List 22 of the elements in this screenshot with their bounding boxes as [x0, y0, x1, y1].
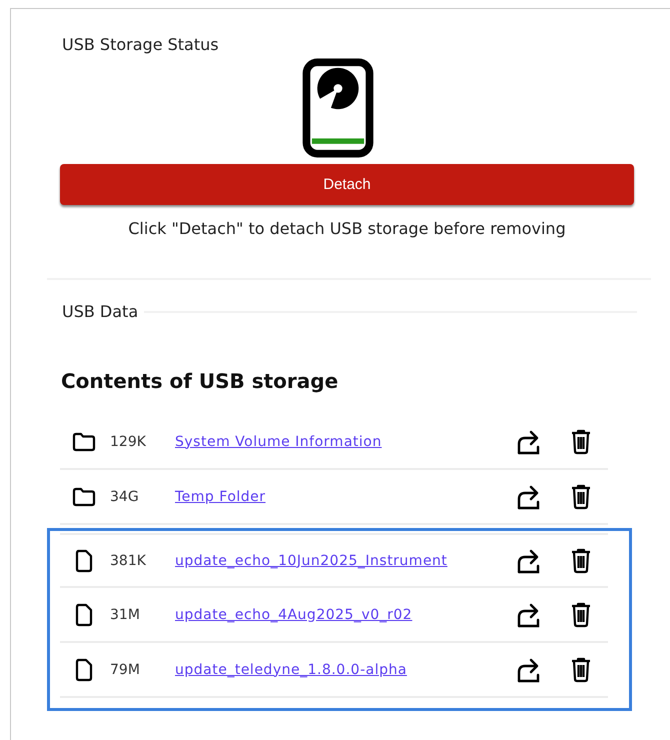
file-link[interactable]: update_echo_10Jun2025_Instrument	[175, 552, 516, 568]
file-link[interactable]: System Volume Information	[175, 434, 516, 450]
file-link[interactable]: update_teledyne_1.8.0.0-alpha	[175, 662, 516, 678]
delete-icon[interactable]	[570, 602, 592, 628]
detach-button[interactable]: Detach	[60, 164, 634, 205]
file-size: 79M	[110, 662, 141, 678]
detach-hint: Click "Detach" to detach USB storage before removing	[127, 219, 567, 238]
folder-icon	[72, 432, 96, 452]
contents-heading: Contents of USB storage	[61, 369, 340, 393]
file-size: 31M	[110, 606, 141, 622]
section-title: USB Data	[62, 302, 138, 321]
file-size: 129K	[110, 434, 147, 450]
delete-icon[interactable]	[570, 428, 592, 454]
file-size: 381K	[110, 552, 147, 568]
delete-icon[interactable]	[570, 484, 592, 510]
file-size: 34G	[110, 488, 140, 504]
section-title: USB Storage Status	[62, 35, 219, 54]
delete-icon[interactable]	[570, 548, 592, 574]
file-link[interactable]: update_echo_4Aug2025_v0_r02	[175, 606, 516, 622]
folder-icon	[72, 486, 96, 506]
delete-icon[interactable]	[570, 656, 592, 682]
file-link[interactable]: Temp Folder	[175, 488, 516, 504]
